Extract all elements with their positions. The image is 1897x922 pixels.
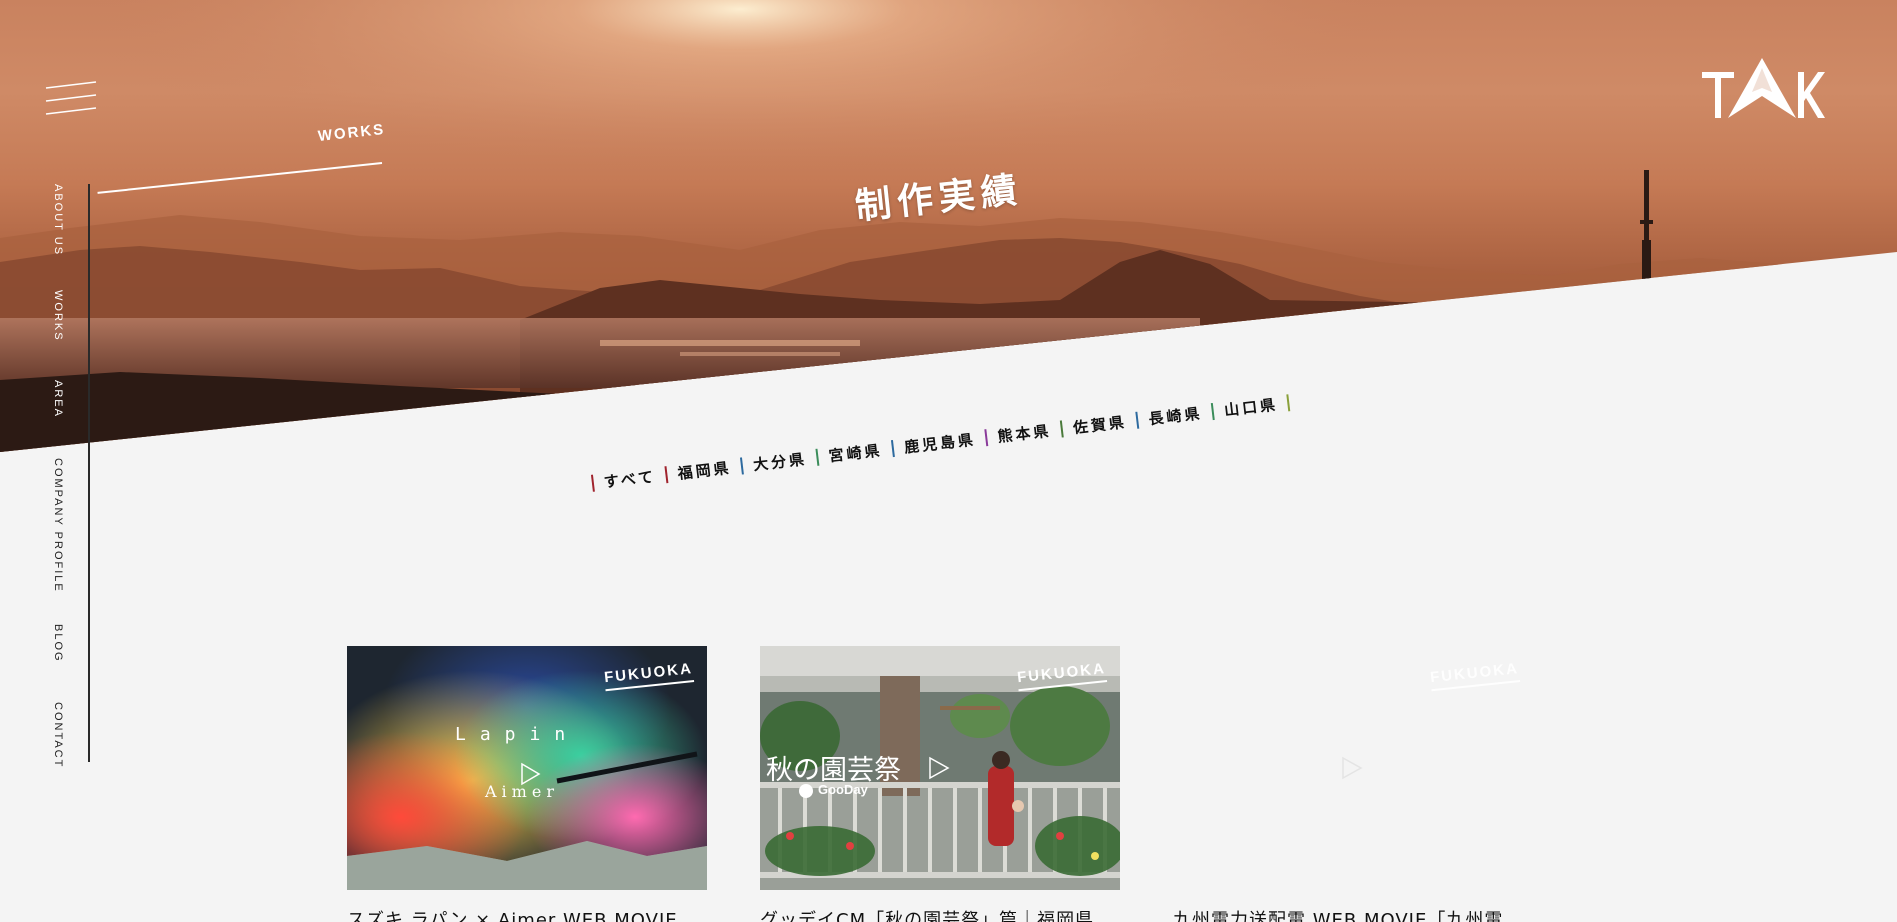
filter-separator xyxy=(815,448,820,466)
work-title[interactable]: スズキ ラパン × Aimer WEB MOVIE xyxy=(347,906,707,922)
work-title[interactable]: 九州電力送配電 WEB MOVIE「九州電 xyxy=(1173,906,1533,922)
nav-blog[interactable]: BLOG xyxy=(52,624,64,663)
filter-fukuoka[interactable]: 福岡県 xyxy=(677,457,733,484)
filter-separator xyxy=(1286,394,1291,412)
nav-contact[interactable]: CONTACT xyxy=(52,702,64,768)
filter-kumamoto[interactable]: 熊本県 xyxy=(996,420,1053,447)
thumbnail-brand-text: GooDay xyxy=(818,782,868,797)
work-thumbnail[interactable]: FUKUOKA Lapin Aimer xyxy=(347,646,707,890)
works-page: 制作実績 WORKS ABOUT US WORKS AREA COMPANY P… xyxy=(0,0,1897,922)
filter-yamaguchi[interactable]: 山口県 xyxy=(1223,394,1279,421)
thumbnail-logo-text: Lapin xyxy=(455,724,580,745)
side-nav-line xyxy=(88,184,90,762)
work-thumbnail[interactable]: FUKUOKA 秋の園芸祭 GooDay xyxy=(760,646,1120,890)
section-tag: WORKS xyxy=(96,121,396,194)
filter-separator xyxy=(984,429,989,447)
filter-miyazaki[interactable]: 宮崎県 xyxy=(828,439,884,466)
filter-separator xyxy=(891,439,896,458)
filter-separator xyxy=(740,457,745,475)
filter-separator xyxy=(1135,411,1140,429)
menu-button[interactable] xyxy=(44,80,100,116)
work-card[interactable]: FUKUOKA Lapin Aimer スズキ ラパン × Aimer WEB … xyxy=(347,646,707,922)
work-thumbnail[interactable]: FUKUOKA xyxy=(1173,646,1533,890)
work-title[interactable]: グッデイCM「秋の園芸祭」篇｜福岡県 xyxy=(760,906,1120,922)
filter-nagasaki[interactable]: 長崎県 xyxy=(1147,402,1204,429)
thumbnail-artist-text: Aimer xyxy=(485,782,559,801)
filter-kagoshima[interactable]: 鹿児島県 xyxy=(903,429,977,458)
work-card[interactable]: FUKUOKA 九州電力送配電 WEB MOVIE「九州電 xyxy=(1173,646,1533,922)
filter-separator xyxy=(590,474,595,492)
filter-separator xyxy=(1060,420,1065,438)
nav-company-profile[interactable]: COMPANY PROFILE xyxy=(52,458,64,593)
work-card[interactable]: FUKUOKA 秋の園芸祭 GooDay グッデイCM「秋の園芸祭」篇｜福岡県 xyxy=(760,646,1120,922)
area-filter: すべて 福岡県 大分県 宮崎県 鹿児島県 熊本県 佐賀県 長崎県 山口県 xyxy=(581,391,1301,495)
nav-area[interactable]: AREA xyxy=(52,380,64,418)
filter-separator xyxy=(664,466,669,484)
nav-about-us[interactable]: ABOUT US xyxy=(52,184,64,256)
tak-logo-mark xyxy=(1702,58,1825,118)
filter-saga[interactable]: 佐賀県 xyxy=(1072,411,1128,438)
hamburger-icon xyxy=(45,81,97,115)
filter-oita[interactable]: 大分県 xyxy=(752,448,808,475)
nav-works[interactable]: WORKS xyxy=(52,290,64,342)
filter-separator xyxy=(1211,402,1216,421)
filter-all[interactable]: すべて xyxy=(603,466,657,493)
sunset-landscape-image xyxy=(0,0,1897,452)
hero-banner: 制作実績 xyxy=(0,0,1897,452)
tak-logo[interactable] xyxy=(1700,58,1825,122)
